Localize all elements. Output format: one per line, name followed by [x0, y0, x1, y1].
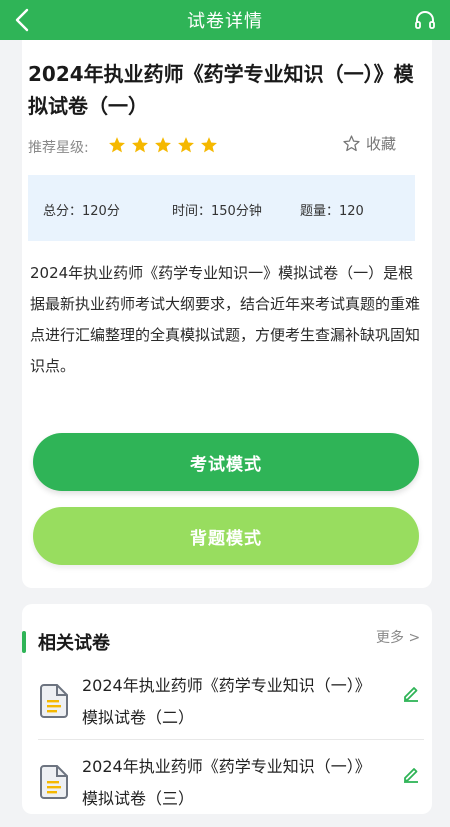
star-icon	[178, 137, 194, 153]
document-icon	[40, 765, 68, 799]
duration: 时间：150分钟	[172, 204, 262, 219]
pencil-icon	[404, 768, 418, 783]
exam-mode-button[interactable]: 考试模式	[33, 433, 419, 491]
favorite-label: 收藏	[366, 135, 397, 153]
paper-title: 2024年执业药师《药学专业知识（一）》模拟试卷（一）	[28, 62, 414, 118]
related-section-title: 相关试卷	[38, 633, 110, 654]
paper-info-box: 总分：120分 时间：150分钟 题量：120	[28, 175, 415, 241]
star-icon	[132, 137, 148, 153]
related-paper-item[interactable]: 2024年执业药师《药学专业知识（一）》模拟试卷（三）	[30, 751, 428, 827]
headset-icon[interactable]	[414, 9, 436, 31]
related-paper-item[interactable]: 2024年执业药师《药学专业知识（一）》模拟试卷（二）	[30, 670, 428, 746]
back-arrow-icon[interactable]	[10, 6, 38, 34]
question-count: 题量：120	[300, 204, 364, 219]
more-link[interactable]: 更多 >	[376, 627, 420, 647]
star-icon	[109, 137, 125, 153]
star-rating	[108, 136, 218, 154]
rating-label: 推荐星级:	[28, 140, 89, 156]
document-icon	[40, 684, 68, 718]
star-icon	[201, 137, 217, 153]
paper-description: 2024年执业药师《药学专业知识一》模拟试卷（一）是根据最新执业药师考试大纲要求…	[30, 264, 421, 375]
total-score: 总分：120分	[43, 204, 120, 219]
pencil-icon	[404, 687, 418, 702]
list-divider	[38, 739, 424, 740]
top-bar: 试卷详情	[0, 0, 450, 40]
recite-mode-button[interactable]: 背题模式	[33, 507, 419, 565]
page-title: 试卷详情	[187, 11, 263, 32]
section-accent-bar	[22, 631, 26, 653]
favorite-button[interactable]: 收藏	[343, 133, 396, 154]
star-outline-icon	[343, 135, 360, 152]
related-paper-title: 2024年执业药师《药学专业知识（一）》模拟试卷（二）	[82, 676, 371, 727]
star-icon	[155, 137, 171, 153]
related-paper-title: 2024年执业药师《药学专业知识（一）》模拟试卷（三）	[82, 757, 371, 808]
